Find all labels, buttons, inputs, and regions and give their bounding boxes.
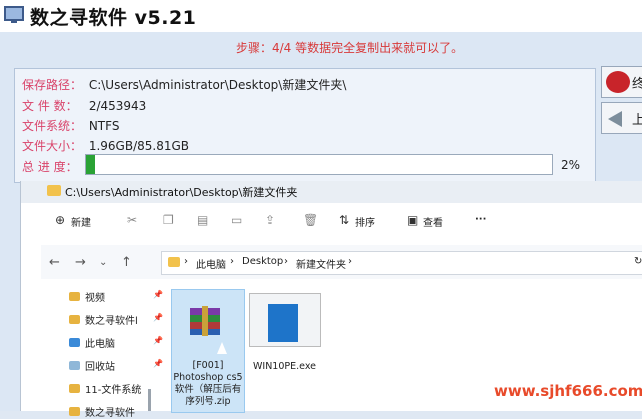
refresh-icon[interactable]: ↻ <box>634 256 642 267</box>
back-arrow-icon <box>608 111 622 127</box>
chevron-right-icon: › <box>230 256 234 267</box>
mouse-cursor-icon <box>217 342 227 354</box>
more-options-button[interactable]: ··· <box>475 214 486 225</box>
chevron-right-icon: › <box>348 256 352 267</box>
folder-icon <box>47 185 61 196</box>
total-progress-bar <box>85 154 553 175</box>
sidebar-item-filesystem[interactable]: 11-文件系统 <box>85 381 141 396</box>
share-icon[interactable]: ⇪ <box>265 213 275 227</box>
sort-icon: ⇅ <box>339 213 350 227</box>
app-logo-icon <box>4 6 24 23</box>
progress-row: 总 进 度： <box>22 158 85 175</box>
explorer-title-bar: C:\Users\Administrator\Desktop\新建文件夹 <box>21 181 642 203</box>
stop-button-label: 终 <box>632 77 642 92</box>
folder-icon <box>69 292 80 301</box>
view-button[interactable]: 查看 <box>423 214 443 229</box>
file-size-row: 文件大小： 1.96GB/85.81GB <box>22 137 189 154</box>
file-size-value: 1.96GB/85.81GB <box>88 139 190 153</box>
stop-button[interactable]: 终 <box>601 66 642 98</box>
sidebar-item-this-pc[interactable]: 此电脑 <box>85 335 115 350</box>
filesystem-row: 文件系统： NTFS <box>22 117 119 134</box>
copy-icon[interactable]: ❐ <box>163 213 174 227</box>
recycle-bin-icon <box>69 361 80 370</box>
file-item-zip[interactable]: [F001] Photoshop cs5 软件（解压后有序列号.zip <box>171 289 245 413</box>
sidebar-item-videos[interactable]: 视频 <box>85 289 105 304</box>
folder-icon <box>69 315 80 324</box>
pin-icon: 📌 <box>153 359 163 368</box>
save-path-row: 保存路径： C:\Users\Administrator\Desktop\新建文… <box>22 76 346 93</box>
progress-fill <box>86 155 96 174</box>
paste-icon[interactable]: ▤ <box>197 213 208 227</box>
breadcrumb-desktop[interactable]: Desktop <box>242 256 283 267</box>
computer-icon <box>69 338 80 347</box>
new-icon: ⊕ <box>55 213 66 227</box>
forward-nav-icon[interactable]: → <box>75 255 86 270</box>
file-count-row: 文 件 数： 2/453943 <box>22 97 146 114</box>
explorer-toolbar: ⊕ 新建 ✂ ❐ ▤ ▭ ⇪ 🗑 ⇅ 排序 ▣ 查看 ··· <box>41 205 642 237</box>
recent-chevron-icon[interactable]: ⌄ <box>99 257 107 268</box>
pin-icon: 📌 <box>153 313 163 322</box>
sort-button[interactable]: 排序 <box>355 214 375 229</box>
pin-icon: 📌 <box>153 336 163 345</box>
address-folder-icon <box>168 257 180 267</box>
winrar-archive-icon <box>190 306 220 336</box>
chevron-right-icon: › <box>184 256 188 267</box>
app-title: 数之寻软件 v5.21 <box>30 7 197 29</box>
progress-percent: 2% <box>561 158 581 172</box>
file-count-value: 2/453943 <box>88 99 147 113</box>
file-size-label: 文件大小： <box>22 139 83 153</box>
save-path-label: 保存路径： <box>22 78 83 92</box>
up-nav-icon[interactable]: ↑ <box>121 255 132 270</box>
title-bar: 数之寻软件 v5.21 <box>0 0 642 32</box>
sidebar-item-software[interactable]: 数之寻软件l <box>85 312 138 327</box>
file-name-zip: [F001] Photoshop cs5 软件（解压后有序列号.zip <box>173 360 243 407</box>
filesystem-value: NTFS <box>88 119 120 133</box>
sidebar-item-recycle-bin[interactable]: 回收站 <box>85 358 115 373</box>
watermark: www.sjhf666.com <box>494 382 642 400</box>
sidebar-scrollbar[interactable] <box>148 389 151 411</box>
rename-icon[interactable]: ▭ <box>231 213 242 227</box>
sidebar-item-software-2[interactable]: 数之寻软件 <box>85 404 135 419</box>
new-button[interactable]: 新建 <box>71 214 91 229</box>
navigation-pane: 视频 📌 数之寻软件l 📌 此电脑 📌 回收站 📌 11-文件系统 数之寻软件 <box>41 283 173 419</box>
pin-icon: 📌 <box>153 290 163 299</box>
back-nav-icon[interactable]: ← <box>49 255 60 270</box>
step-status-text: 步骤：4/4 等数据完全复制出来就可以了。 <box>236 41 464 55</box>
file-count-label: 文 件 数： <box>22 99 78 113</box>
filesystem-label: 文件系统： <box>22 119 83 133</box>
explorer-title: C:\Users\Administrator\Desktop\新建文件夹 <box>65 186 298 199</box>
cut-icon[interactable]: ✂ <box>127 213 137 227</box>
save-path-value: C:\Users\Administrator\Desktop\新建文件夹\ <box>88 78 347 92</box>
breadcrumb-this-pc[interactable]: 此电脑 <box>196 256 226 271</box>
delete-icon[interactable]: 🗑 <box>303 213 318 227</box>
folder-icon <box>69 384 80 393</box>
file-explorer-window: C:\Users\Administrator\Desktop\新建文件夹 ⊕ 新… <box>20 181 642 419</box>
chevron-right-icon: › <box>284 256 288 267</box>
breadcrumb-folder[interactable]: 新建文件夹 <box>296 256 346 271</box>
windows-exe-icon <box>249 293 321 347</box>
windows-logo-icon <box>268 304 298 342</box>
view-icon: ▣ <box>407 213 419 227</box>
folder-icon <box>69 407 80 416</box>
address-bar[interactable]: › 此电脑 › Desktop › 新建文件夹 › ↻ <box>161 251 642 275</box>
progress-label: 总 进 度： <box>22 160 78 174</box>
file-item-exe[interactable]: WIN10PE.exe <box>249 293 321 372</box>
back-button[interactable]: 上 <box>601 102 642 134</box>
file-name-exe: WIN10PE.exe <box>253 361 316 372</box>
navigation-bar: ← → ⌄ ↑ › 此电脑 › Desktop › 新建文件夹 › ↻ <box>41 245 642 279</box>
back-button-label: 上 <box>632 113 642 128</box>
stop-icon <box>606 71 630 93</box>
